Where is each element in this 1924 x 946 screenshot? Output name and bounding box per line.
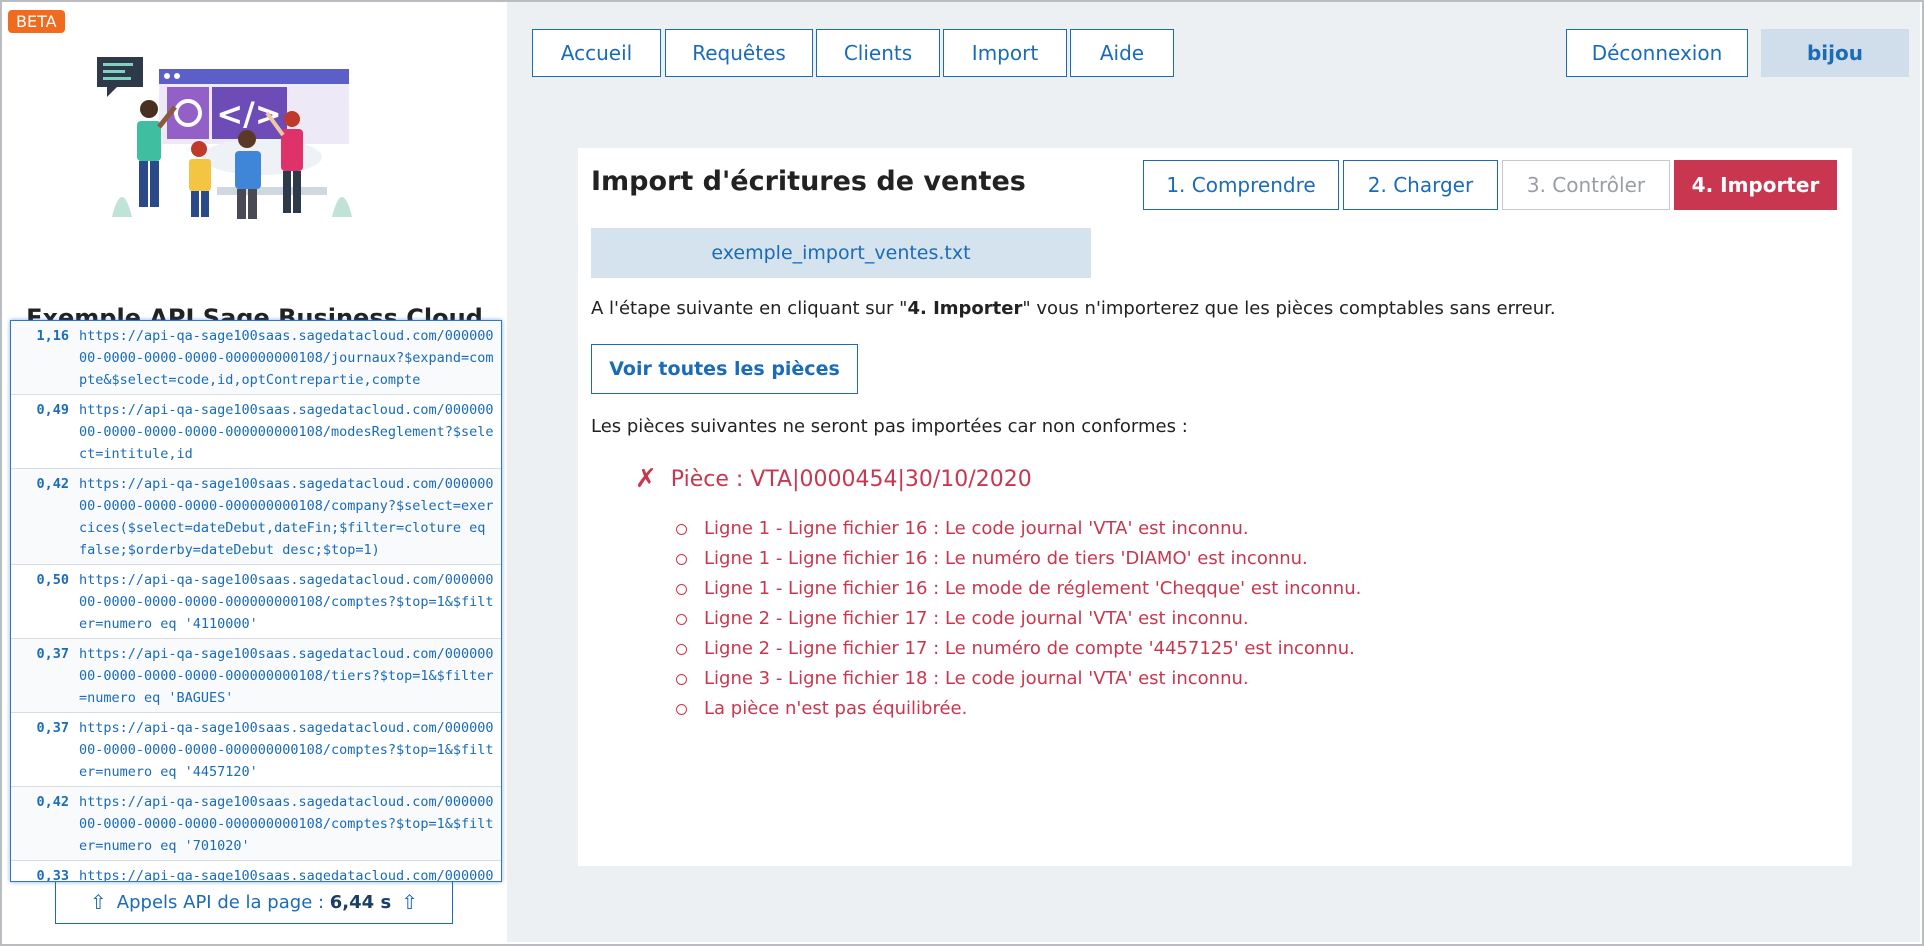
piece-label: Pièce : VTA|0000454|30/10/2020 bbox=[670, 466, 1032, 492]
api-log-row: 0,37 https://api-qa-sage100saas.sagedatac… bbox=[11, 639, 501, 713]
main-area: Accueil Requêtes Clients Import Aide Déc… bbox=[507, 2, 1920, 942]
nav-requetes[interactable]: Requêtes bbox=[665, 29, 813, 77]
nav-aide[interactable]: Aide bbox=[1070, 29, 1174, 77]
api-log-row: 0,42 https://api-qa-sage100saas.sagedatac… bbox=[11, 787, 501, 861]
sidebar: BETA </> Exemple API Sage Business Cloud… bbox=[2, 2, 507, 942]
nav-accueil[interactable]: Accueil bbox=[532, 29, 661, 77]
bullet-circle-icon bbox=[676, 523, 687, 535]
arrow-up-icon: ⇧ bbox=[401, 890, 418, 914]
page-title: Import d'écritures de ventes bbox=[591, 166, 1026, 197]
api-log-row: 1,16 https://api-qa-sage100saas.sagedatac… bbox=[11, 321, 501, 395]
api-call-url: https://api-qa-sage100saas.sagedatacloud… bbox=[79, 572, 494, 632]
step-comprendre[interactable]: 1. Comprendre bbox=[1143, 160, 1339, 210]
error-text: Ligne 2 - Ligne fichier 17 : Le numéro d… bbox=[704, 638, 1355, 659]
api-call-url: https://api-qa-sage100saas.sagedatacloud… bbox=[79, 328, 494, 388]
rejected-pieces-intro: Les pièces suivantes ne seront pas impor… bbox=[591, 416, 1188, 437]
uploaded-file-name: exemple_import_ventes.txt bbox=[591, 228, 1091, 278]
error-text: Ligne 3 - Ligne fichier 18 : Le code jou… bbox=[704, 668, 1249, 689]
api-call-log[interactable]: 1,16 https://api-qa-sage100saas.sagedatac… bbox=[10, 320, 502, 882]
view-all-pieces-button[interactable]: Voir toutes les pièces bbox=[591, 344, 858, 394]
step-importer[interactable]: 4. Importer bbox=[1674, 160, 1837, 210]
bullet-circle-icon bbox=[676, 613, 687, 625]
api-total-text: Appels API de la page : 6,44 s bbox=[116, 891, 392, 913]
step-charger[interactable]: 2. Charger bbox=[1343, 160, 1498, 210]
error-text: Ligne 2 - Ligne fichier 17 : Le code jou… bbox=[704, 608, 1249, 629]
api-total-button[interactable]: ⇧ Appels API de la page : 6,44 s ⇧ bbox=[55, 880, 453, 924]
error-list: Ligne 1 - Ligne fichier 16 : Le code jou… bbox=[676, 514, 1361, 724]
api-call-duration: 1,16 bbox=[36, 328, 69, 344]
team-illustration: </> bbox=[97, 57, 352, 219]
api-call-url: https://api-qa-sage100saas.sagedatacloud… bbox=[79, 720, 494, 780]
error-item: Ligne 1 - Ligne fichier 16 : Le mode de … bbox=[676, 574, 1361, 604]
user-button[interactable]: bijou bbox=[1761, 29, 1909, 77]
api-call-duration: 0,37 bbox=[36, 720, 69, 736]
api-call-url: https://api-qa-sage100saas.sagedatacloud… bbox=[79, 646, 494, 706]
error-text: Ligne 1 - Ligne fichier 16 : Le mode de … bbox=[704, 578, 1362, 599]
step-controler: 3. Contrôler bbox=[1502, 160, 1670, 210]
beta-badge: BETA bbox=[8, 10, 65, 33]
api-call-url: https://api-qa-sage100saas.sagedatacloud… bbox=[79, 476, 494, 558]
bullet-circle-icon bbox=[676, 673, 687, 685]
api-log-row: 0,33 https://api-qa-sage100saas.sagedatac… bbox=[11, 861, 501, 882]
error-item: Ligne 1 - Ligne fichier 16 : Le numéro d… bbox=[676, 544, 1361, 574]
api-call-duration: 0,42 bbox=[36, 476, 69, 492]
bullet-circle-icon bbox=[676, 643, 687, 655]
bullet-circle-icon bbox=[676, 583, 687, 595]
rejected-piece: ✗ Pièce : VTA|0000454|30/10/2020 bbox=[635, 464, 1032, 494]
api-log-row: 0,37 https://api-qa-sage100saas.sagedatac… bbox=[11, 713, 501, 787]
api-log-row: 0,42 https://api-qa-sage100saas.sagedatac… bbox=[11, 469, 501, 565]
api-call-url: https://api-qa-sage100saas.sagedatacloud… bbox=[79, 868, 494, 882]
error-text: Ligne 1 - Ligne fichier 16 : Le code jou… bbox=[704, 518, 1249, 539]
api-call-duration: 0,33 bbox=[36, 868, 69, 882]
api-call-url: https://api-qa-sage100saas.sagedatacloud… bbox=[79, 402, 494, 462]
api-log-row: 0,49 https://api-qa-sage100saas.sagedatac… bbox=[11, 395, 501, 469]
api-call-duration: 0,37 bbox=[36, 646, 69, 662]
error-item: La pièce n'est pas équilibrée. bbox=[676, 694, 1361, 724]
error-cross-icon: ✗ bbox=[635, 464, 657, 494]
error-item: Ligne 1 - Ligne fichier 16 : Le code jou… bbox=[676, 514, 1361, 544]
svg-text:</>: </> bbox=[216, 95, 281, 133]
bullet-circle-icon bbox=[676, 703, 687, 715]
error-text: La pièce n'est pas équilibrée. bbox=[704, 698, 968, 719]
nav-clients[interactable]: Clients bbox=[816, 29, 940, 77]
api-call-duration: 0,49 bbox=[36, 402, 69, 418]
error-item: Ligne 2 - Ligne fichier 17 : Le code jou… bbox=[676, 604, 1361, 634]
nav-import[interactable]: Import bbox=[943, 29, 1067, 77]
bullet-circle-icon bbox=[676, 553, 687, 565]
logout-button[interactable]: Déconnexion bbox=[1566, 29, 1748, 77]
error-item: Ligne 2 - Ligne fichier 17 : Le numéro d… bbox=[676, 634, 1361, 664]
api-call-duration: 0,42 bbox=[36, 794, 69, 810]
api-log-row: 0,50 https://api-qa-sage100saas.sagedatac… bbox=[11, 565, 501, 639]
api-call-url: https://api-qa-sage100saas.sagedatacloud… bbox=[79, 794, 494, 854]
error-item: Ligne 3 - Ligne fichier 18 : Le code jou… bbox=[676, 664, 1361, 694]
api-call-duration: 0,50 bbox=[36, 572, 69, 588]
import-card: Import d'écritures de ventes 1. Comprend… bbox=[578, 148, 1852, 866]
arrow-up-icon: ⇧ bbox=[90, 890, 107, 914]
info-text: A l'étape suivante en cliquant sur "4. I… bbox=[591, 298, 1556, 319]
error-text: Ligne 1 - Ligne fichier 16 : Le numéro d… bbox=[704, 548, 1308, 569]
